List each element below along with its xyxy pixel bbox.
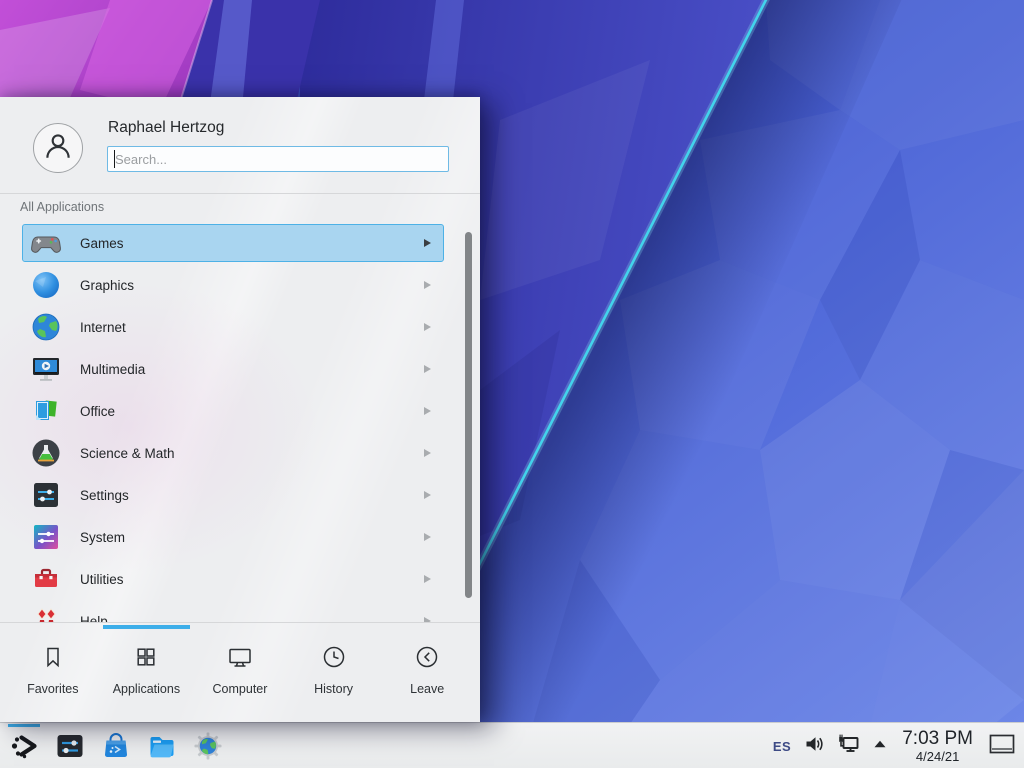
section-label: All Applications: [20, 200, 104, 214]
category-office[interactable]: Office: [22, 392, 444, 430]
category-label: Graphics: [80, 278, 134, 293]
category-settings[interactable]: Settings: [22, 476, 444, 514]
clock[interactable]: 7:03 PM 4/24/21: [902, 729, 973, 764]
toolbox-icon: [30, 563, 62, 595]
monitor-play-icon: [30, 353, 62, 385]
clock-time: 7:03 PM: [902, 729, 973, 749]
tab-applications[interactable]: Applications: [100, 630, 194, 720]
submenu-arrow-icon: [424, 281, 431, 289]
category-label: Internet: [80, 320, 126, 335]
network-icon[interactable]: [837, 733, 861, 760]
category-label: Science & Math: [80, 446, 175, 461]
category-list: Games Graphics: [0, 215, 480, 622]
user-name: Raphael Hertzog: [108, 119, 224, 137]
tab-history[interactable]: History: [287, 630, 381, 720]
app-grid-icon: [133, 644, 159, 670]
category-label: System: [80, 530, 125, 545]
category-utilities[interactable]: Utilities: [22, 560, 444, 598]
category-help[interactable]: Help: [22, 602, 444, 622]
volume-icon[interactable]: [803, 733, 825, 760]
submenu-arrow-icon: [424, 365, 431, 373]
tab-leave[interactable]: Leave: [380, 630, 474, 720]
tab-label: Leave: [410, 682, 444, 696]
dolphin-button[interactable]: [146, 730, 178, 762]
text-caret: [114, 150, 115, 168]
tab-computer[interactable]: Computer: [193, 630, 287, 720]
expand-tray-icon[interactable]: [873, 737, 887, 756]
desktop: ES: [0, 0, 1024, 768]
submenu-arrow-icon: [424, 575, 431, 583]
submenu-arrow-icon: [424, 323, 431, 331]
browser-globe-icon: [192, 730, 224, 762]
kickoff-icon: [8, 730, 40, 762]
discover-button[interactable]: [100, 730, 132, 762]
header-divider: [0, 193, 480, 194]
user-icon: [41, 129, 75, 168]
category-label: Utilities: [80, 572, 124, 587]
category-multimedia[interactable]: Multimedia: [22, 350, 444, 388]
tab-label: Favorites: [27, 682, 78, 696]
application-launcher: Raphael Hertzog All Applications Games: [0, 97, 480, 722]
globe-icon: [30, 311, 62, 343]
search-input[interactable]: [107, 146, 449, 172]
flask-icon: [30, 437, 62, 469]
user-avatar[interactable]: [33, 123, 83, 173]
category-label: Office: [80, 404, 115, 419]
submenu-arrow-icon: [424, 533, 431, 541]
category-system[interactable]: System: [22, 518, 444, 556]
system-settings-button[interactable]: [54, 730, 86, 762]
sliders-dark-icon: [30, 479, 62, 511]
taskbar: ES: [0, 722, 1024, 768]
history-clock-icon: [321, 644, 347, 670]
launcher-active-indicator: [8, 724, 40, 727]
category-label: Help: [80, 614, 108, 623]
clock-date: 4/24/21: [902, 749, 973, 764]
show-desktop-button[interactable]: [988, 732, 1016, 761]
submenu-arrow-icon: [424, 449, 431, 457]
sliders-gradient-icon: [30, 521, 62, 553]
category-label: Multimedia: [80, 362, 145, 377]
keyboard-layout-indicator[interactable]: ES: [773, 739, 791, 754]
system-settings-icon: [54, 730, 86, 762]
bookmark-icon: [40, 644, 66, 670]
help-icon: [30, 605, 62, 622]
blue-sphere-icon: [30, 269, 62, 301]
tab-label: History: [314, 682, 353, 696]
submenu-arrow-icon: [424, 407, 431, 415]
gamepad-icon: [30, 227, 62, 259]
computer-icon: [227, 644, 253, 670]
category-label: Games: [80, 236, 124, 251]
tab-bar: Favorites Applications: [6, 630, 474, 720]
tab-label: Applications: [113, 682, 180, 696]
tabbar-divider: [0, 622, 480, 623]
category-label: Settings: [80, 488, 129, 503]
category-internet[interactable]: Internet: [22, 308, 444, 346]
category-games[interactable]: Games: [22, 224, 444, 262]
system-tray: ES: [773, 723, 1016, 768]
documents-icon: [30, 395, 62, 427]
tab-favorites[interactable]: Favorites: [6, 630, 100, 720]
leave-icon: [414, 644, 440, 670]
active-tab-indicator: [103, 625, 190, 629]
discover-icon: [100, 730, 132, 762]
taskbar-launcher-area: [8, 730, 224, 762]
scrollbar[interactable]: [465, 232, 472, 598]
category-graphics[interactable]: Graphics: [22, 266, 444, 304]
submenu-arrow-icon: [424, 491, 431, 499]
launcher-button[interactable]: [8, 730, 40, 762]
tab-label: Computer: [213, 682, 268, 696]
submenu-arrow-icon: [424, 239, 431, 247]
browser-button[interactable]: [192, 730, 224, 762]
dolphin-folder-icon: [146, 730, 178, 762]
category-science-math[interactable]: Science & Math: [22, 434, 444, 472]
